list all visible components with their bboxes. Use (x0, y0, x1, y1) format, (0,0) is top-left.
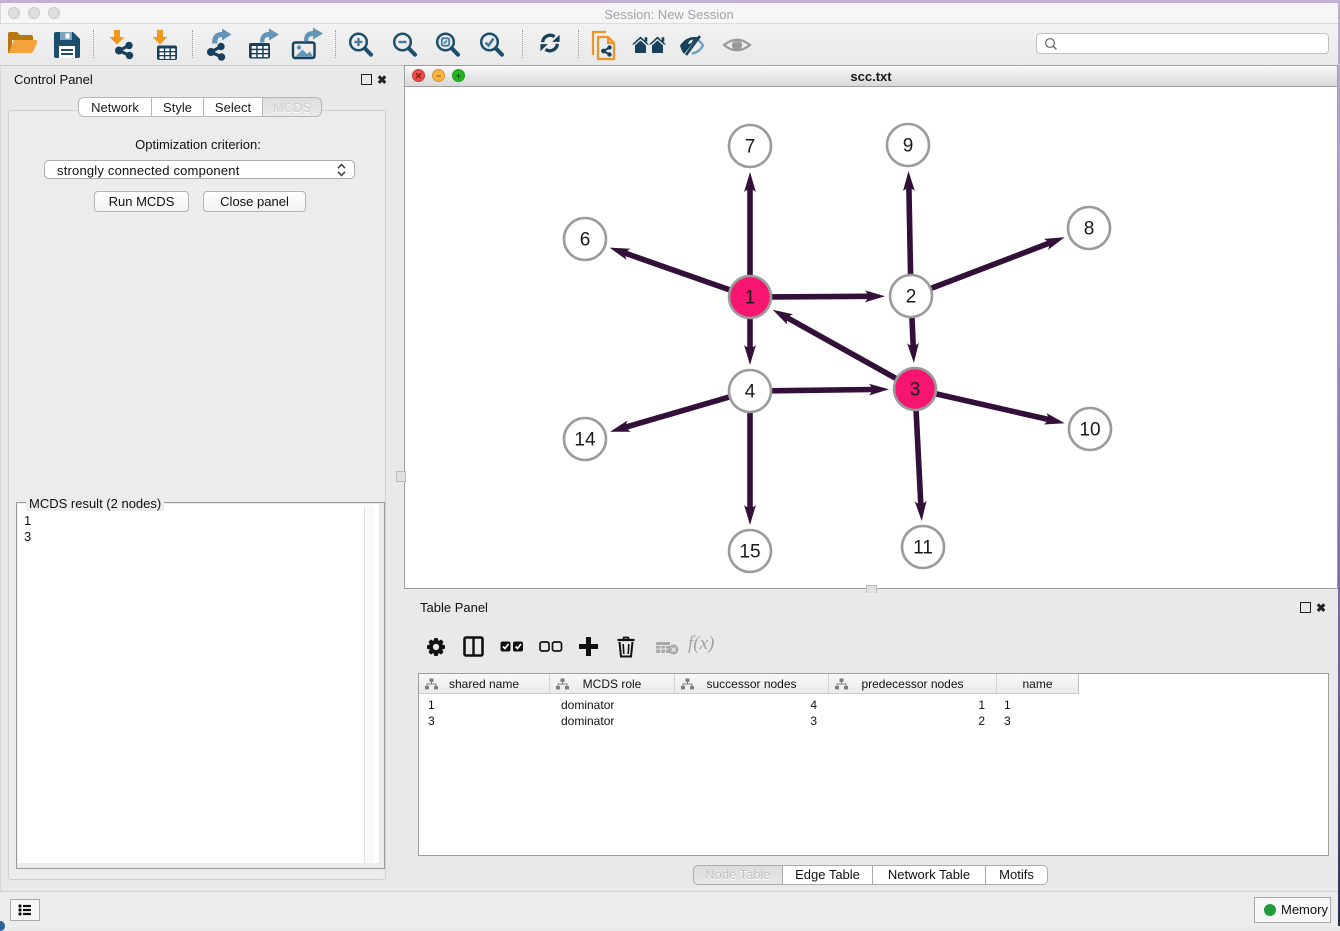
svg-text:15: 15 (739, 542, 760, 563)
svg-text:11: 11 (913, 538, 933, 559)
svg-text:8: 8 (1084, 219, 1095, 240)
svg-text:7: 7 (745, 137, 756, 158)
svg-text:10: 10 (1079, 420, 1100, 441)
svg-text:2: 2 (906, 287, 917, 308)
svg-text:1: 1 (745, 288, 756, 309)
svg-text:4: 4 (745, 382, 756, 403)
svg-text:9: 9 (903, 136, 914, 157)
svg-text:6: 6 (580, 230, 591, 251)
svg-text:3: 3 (910, 380, 921, 401)
svg-text:14: 14 (574, 430, 596, 451)
